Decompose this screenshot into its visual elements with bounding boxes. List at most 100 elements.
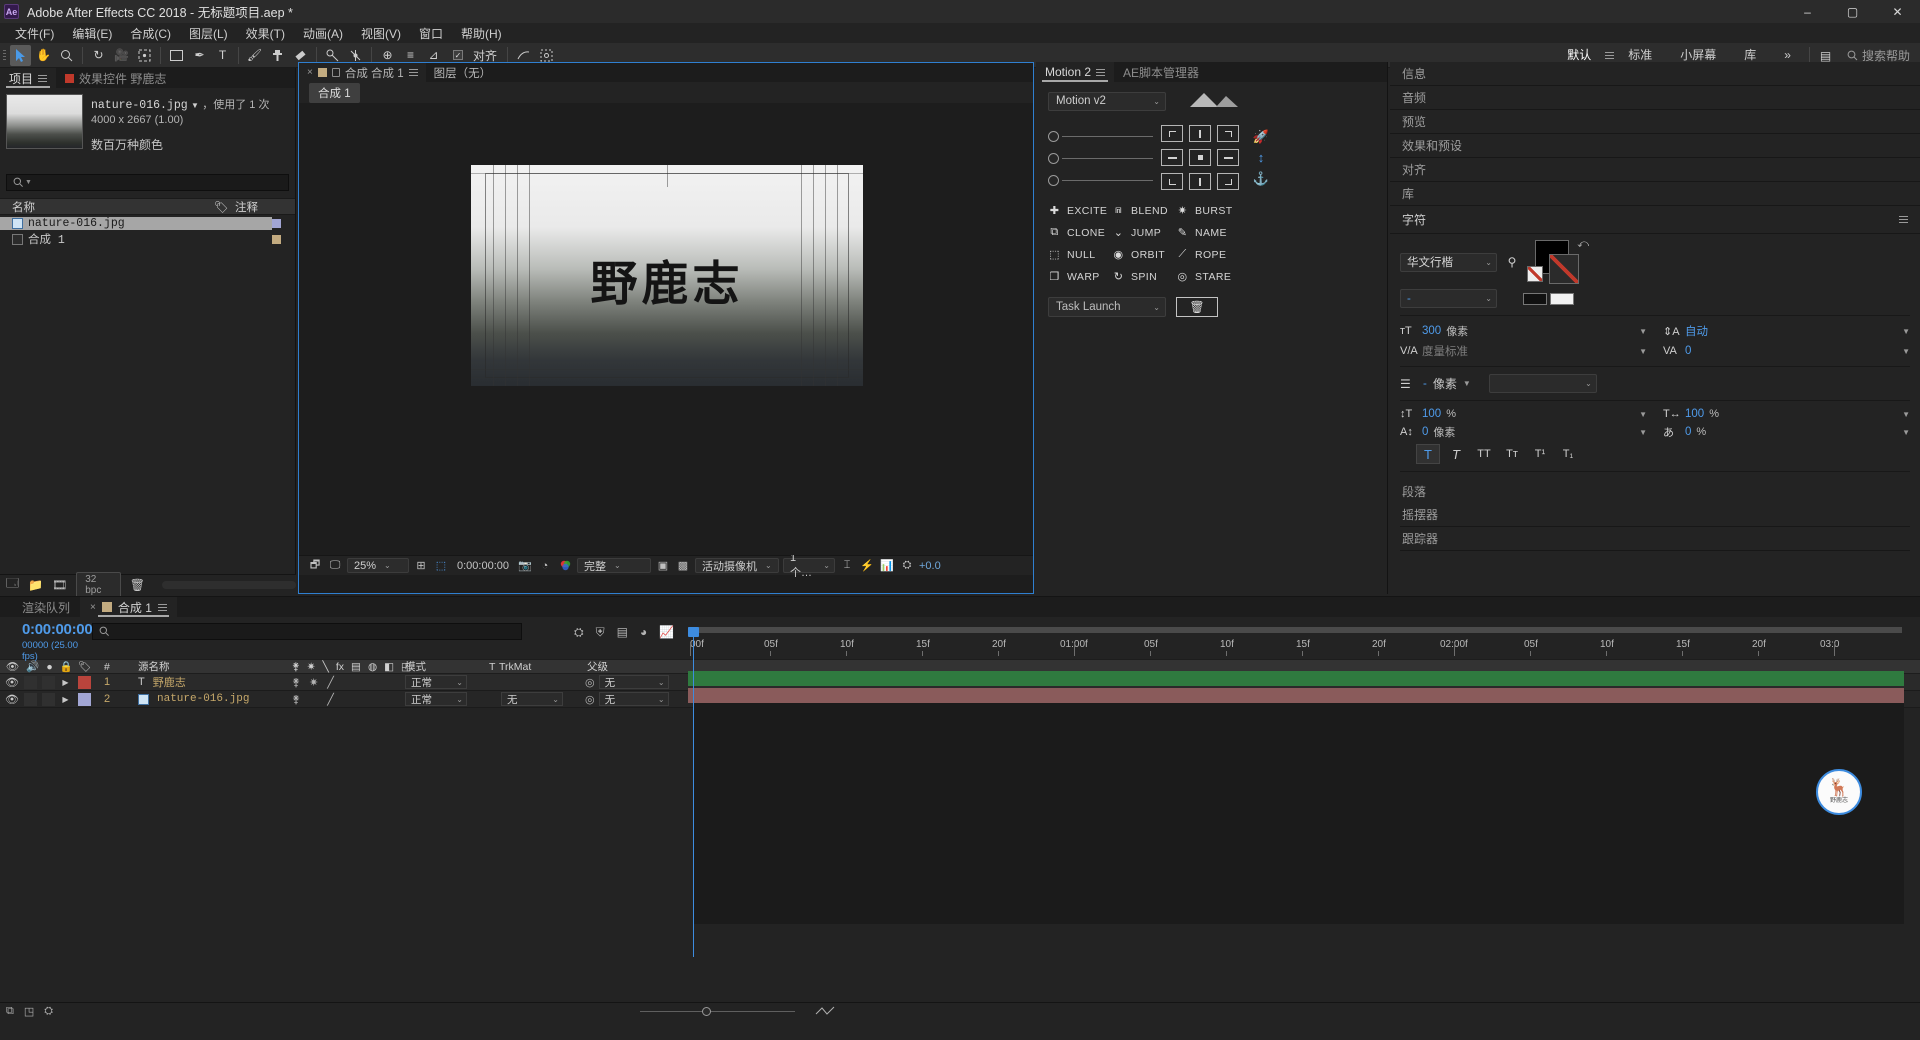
close-tab-icon[interactable]: × — [307, 67, 313, 78]
chevron-down-icon[interactable]: ▼ — [1463, 379, 1471, 388]
layer-quality-icon[interactable]: ╱ — [327, 676, 334, 689]
timeline-bar-layer-2[interactable] — [688, 688, 1904, 703]
menu-window[interactable]: 窗口 — [410, 23, 452, 44]
motion-slider-2[interactable] — [1048, 147, 1153, 169]
hand-tool-icon[interactable]: ✋ — [33, 45, 54, 66]
motion-action-clone[interactable]: ⧉ CLONE — [1048, 226, 1112, 239]
panel-wiggler[interactable]: 摇摆器 — [1400, 503, 1910, 527]
motion-blur-footer-icon[interactable]: ⛭ — [44, 1005, 53, 1018]
small-caps-button[interactable]: Tᴛ — [1500, 444, 1524, 464]
superscript-button[interactable]: T¹ — [1528, 444, 1552, 464]
pixel-aspect-icon[interactable]: ⌶ — [839, 558, 855, 573]
font-size-field[interactable]: ᴛT 300 像素 ▼ — [1400, 323, 1647, 339]
new-folder-icon[interactable]: 📁 — [28, 578, 43, 592]
anchor-bottom-right-button[interactable] — [1217, 173, 1239, 190]
vertical-scale-field[interactable]: ↕T 100 % ▼ — [1400, 408, 1647, 420]
selection-tool-icon[interactable] — [10, 44, 31, 66]
chevron-down-icon[interactable]: ▼ — [1902, 410, 1910, 419]
panel-align[interactable]: 对齐 — [1390, 158, 1920, 182]
motion-action-excite[interactable]: ✚ EXCITE — [1048, 204, 1112, 218]
close-button[interactable]: ✕ — [1875, 0, 1920, 23]
swap-colors-icon[interactable]: ⤺ — [1577, 238, 1589, 251]
channel-select-icon[interactable] — [557, 558, 573, 573]
tab-layer[interactable]: 图层（无） — [426, 63, 500, 82]
parent-column-header[interactable]: 父级 — [585, 659, 665, 674]
zoom-tool-icon[interactable] — [56, 45, 77, 66]
delete-item-icon[interactable]: 🗑 — [130, 578, 145, 592]
camera-view-select[interactable]: 活动摄像机 ⌄ — [695, 558, 779, 573]
menu-layer[interactable]: 图层(L) — [180, 23, 237, 44]
panel-preview[interactable]: 预览 — [1390, 110, 1920, 134]
rotation-tool-icon[interactable]: ↻ — [88, 45, 109, 66]
chevron-down-icon[interactable]: ▼ — [1902, 327, 1910, 336]
grid-guides-icon[interactable]: ⊞ — [413, 558, 429, 573]
project-list-item[interactable]: nature-016.jpg — [0, 215, 295, 231]
stroke-style-select[interactable]: ⌄ — [1488, 374, 1597, 393]
region-of-interest-icon[interactable]: ⬚ — [433, 558, 449, 573]
tab-script-manager[interactable]: AE脚本管理器 — [1114, 62, 1208, 82]
resolution-select[interactable]: 完整 ⌄ — [577, 558, 651, 573]
zoom-slider-knob[interactable] — [702, 1007, 711, 1016]
comp-flowchart-icon[interactable]: ⛭ — [899, 558, 915, 573]
timeline-search-input[interactable] — [92, 623, 522, 640]
type-tool-icon[interactable]: T — [212, 45, 233, 66]
toggle-switches-modes-icon[interactable]: ⧉ — [6, 1005, 14, 1018]
motion-blur-switch-icon[interactable]: ◍ — [368, 661, 377, 673]
anchor-icon[interactable]: ⚓ — [1253, 169, 1269, 189]
anchor-top-center-button[interactable] — [1189, 125, 1211, 142]
layer-visibility-toggle[interactable]: 👁 — [5, 693, 19, 706]
layer-visibility-toggle[interactable]: 👁 — [5, 676, 19, 689]
motion-action-warp[interactable]: ❐ WARP — [1048, 270, 1112, 284]
font-family-select[interactable]: 华文行楷 ⌄ — [1400, 252, 1497, 272]
kerning-field[interactable]: V/A 度量标准 ▼ — [1400, 343, 1647, 359]
slider-track[interactable] — [1062, 179, 1153, 181]
adjustment-icon[interactable]: ◧ — [384, 661, 394, 673]
frame-blend-icon[interactable]: ▤ — [351, 661, 361, 673]
motion-blur-icon[interactable]: ◕ — [640, 625, 647, 640]
always-preview-icon[interactable]: 🗗 — [307, 558, 323, 573]
maximize-button[interactable]: ▢ — [1830, 0, 1875, 23]
composition-canvas[interactable]: 野鹿志 — [299, 103, 1033, 555]
motion-action-blend[interactable]: ⩎ BLEND — [1112, 204, 1176, 217]
parent-pickwhip-icon[interactable]: ◎ — [585, 693, 595, 706]
layer-mode-select[interactable]: 正常 ⌄ — [405, 675, 467, 689]
project-list-item[interactable]: 合成 1 — [0, 231, 295, 247]
motion-action-orbit[interactable]: ◉ ORBIT — [1112, 248, 1176, 262]
layer-color-swatch[interactable] — [78, 675, 91, 689]
anchor-center-button[interactable] — [1189, 149, 1211, 166]
draft-3d-icon[interactable]: ⛨ — [596, 625, 605, 640]
anchor-bottom-center-button[interactable] — [1189, 173, 1211, 190]
brush-tool-icon[interactable]: 🖌 — [244, 45, 265, 66]
chevron-down-icon[interactable]: ▼ — [1639, 347, 1647, 356]
collapse-icon[interactable]: ✷ — [307, 661, 316, 673]
layer-audio-toggle[interactable] — [24, 675, 37, 689]
subscript-button[interactable]: T₁ — [1556, 444, 1580, 464]
comp-name-chip[interactable]: 合成 1 — [309, 82, 360, 103]
chevron-down-icon[interactable]: ▼ — [1902, 428, 1910, 437]
layer-collapse-icon[interactable]: ✷ — [309, 676, 318, 689]
fast-previews-icon[interactable]: ⚡ — [859, 558, 875, 573]
timeline-timecode-block[interactable]: 0:00:00:00 00000 (25.00 fps) — [0, 617, 93, 662]
font-style-select[interactable]: - ⌄ — [1400, 289, 1497, 308]
menu-effect[interactable]: 效果(T) — [237, 23, 294, 44]
timeline-menu-icon[interactable] — [157, 602, 167, 613]
mode-column-header[interactable]: 模式 — [401, 659, 489, 674]
tracking-field[interactable]: VA 0 ▼ — [1663, 343, 1910, 359]
layer-solo-toggle[interactable] — [42, 675, 55, 689]
pen-tool-icon[interactable]: ✒ — [189, 45, 210, 66]
project-item-swatch[interactable] — [272, 234, 281, 244]
motion-action-name[interactable]: ✎ NAME — [1176, 226, 1240, 240]
view-layout-select[interactable]: 1个… ⌄ — [783, 552, 835, 579]
minimize-button[interactable]: – — [1785, 0, 1830, 23]
panel-paragraph[interactable]: 段落 — [1400, 479, 1910, 503]
motion-action-null[interactable]: ⬚ NULL — [1048, 248, 1112, 262]
project-menu-icon[interactable] — [38, 73, 48, 84]
quality-icon[interactable]: ╲ — [323, 661, 329, 673]
layer-solo-toggle[interactable] — [42, 692, 55, 706]
source-name-column-header[interactable]: 源名称 — [126, 659, 286, 674]
panel-libraries[interactable]: 库 — [1390, 182, 1920, 206]
menu-file[interactable]: 文件(F) — [6, 23, 63, 44]
no-color-swatch[interactable] — [1527, 266, 1543, 282]
timeline-ruler[interactable]: 00f 05f 10f 15f 20f 01:00f 05f 10f 15f 2… — [688, 633, 1902, 656]
align-checkbox[interactable]: ✓ — [453, 50, 463, 60]
